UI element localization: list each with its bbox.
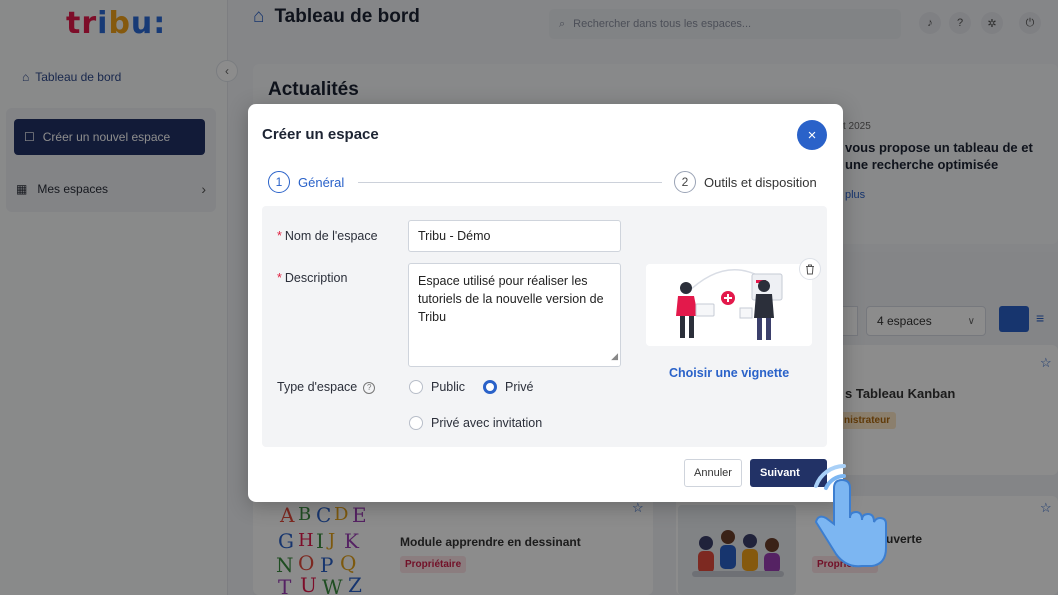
step-label: Général (298, 174, 345, 190)
space-thumbnail-image (646, 264, 812, 346)
next-button-label: Suivant (760, 467, 800, 479)
label-text: Nom de l'espace (284, 229, 378, 243)
radio-button[interactable] (409, 380, 423, 394)
space-name-input[interactable]: Tribu - Démo (408, 220, 621, 252)
tap-pointer-icon (814, 464, 887, 568)
step-number: 2 (674, 171, 696, 193)
description-value: Espace utilisé pour réaliser les tutorie… (418, 274, 604, 324)
description-textarea[interactable]: Espace utilisé pour réaliser les tutorie… (408, 263, 621, 367)
choose-thumbnail-link[interactable]: Choisir une vignette (669, 366, 789, 380)
step-connector (358, 182, 662, 183)
radio-public[interactable]: Public (409, 380, 465, 394)
resize-handle-icon[interactable]: ◢ (611, 347, 618, 365)
space-name-label: * Nom de l'espace (277, 229, 378, 243)
required-asterisk: * (277, 229, 282, 243)
description-label: * Description (277, 271, 347, 285)
radio-button[interactable] (409, 416, 423, 430)
label-text: Description (284, 271, 348, 285)
close-icon[interactable]: × (797, 120, 827, 150)
radio-label: Public (431, 380, 466, 394)
radio-private-invitation[interactable]: Privé avec invitation (409, 416, 542, 430)
create-space-modal: Créer un espace × 1 Général 2 Outils et … (248, 104, 843, 502)
trash-icon[interactable] (799, 258, 821, 280)
space-type-label: Type d'espace? (277, 380, 376, 394)
required-asterisk: * (277, 271, 282, 285)
radio-button-checked[interactable] (483, 380, 497, 394)
radio-label: Privé avec invitation (431, 416, 543, 430)
step-label: Outils et disposition (704, 174, 817, 190)
help-icon[interactable]: ? (363, 381, 376, 394)
label-text: Type d'espace (277, 380, 358, 394)
radio-private[interactable]: Privé (483, 380, 533, 394)
radio-label: Privé (505, 380, 534, 394)
step-tools-layout[interactable]: 2 Outils et disposition (674, 171, 817, 193)
modal-title: Créer un espace (262, 126, 379, 143)
cancel-button[interactable]: Annuler (684, 459, 742, 487)
step-general[interactable]: 1 Général (268, 171, 344, 193)
step-number: 1 (268, 171, 290, 193)
